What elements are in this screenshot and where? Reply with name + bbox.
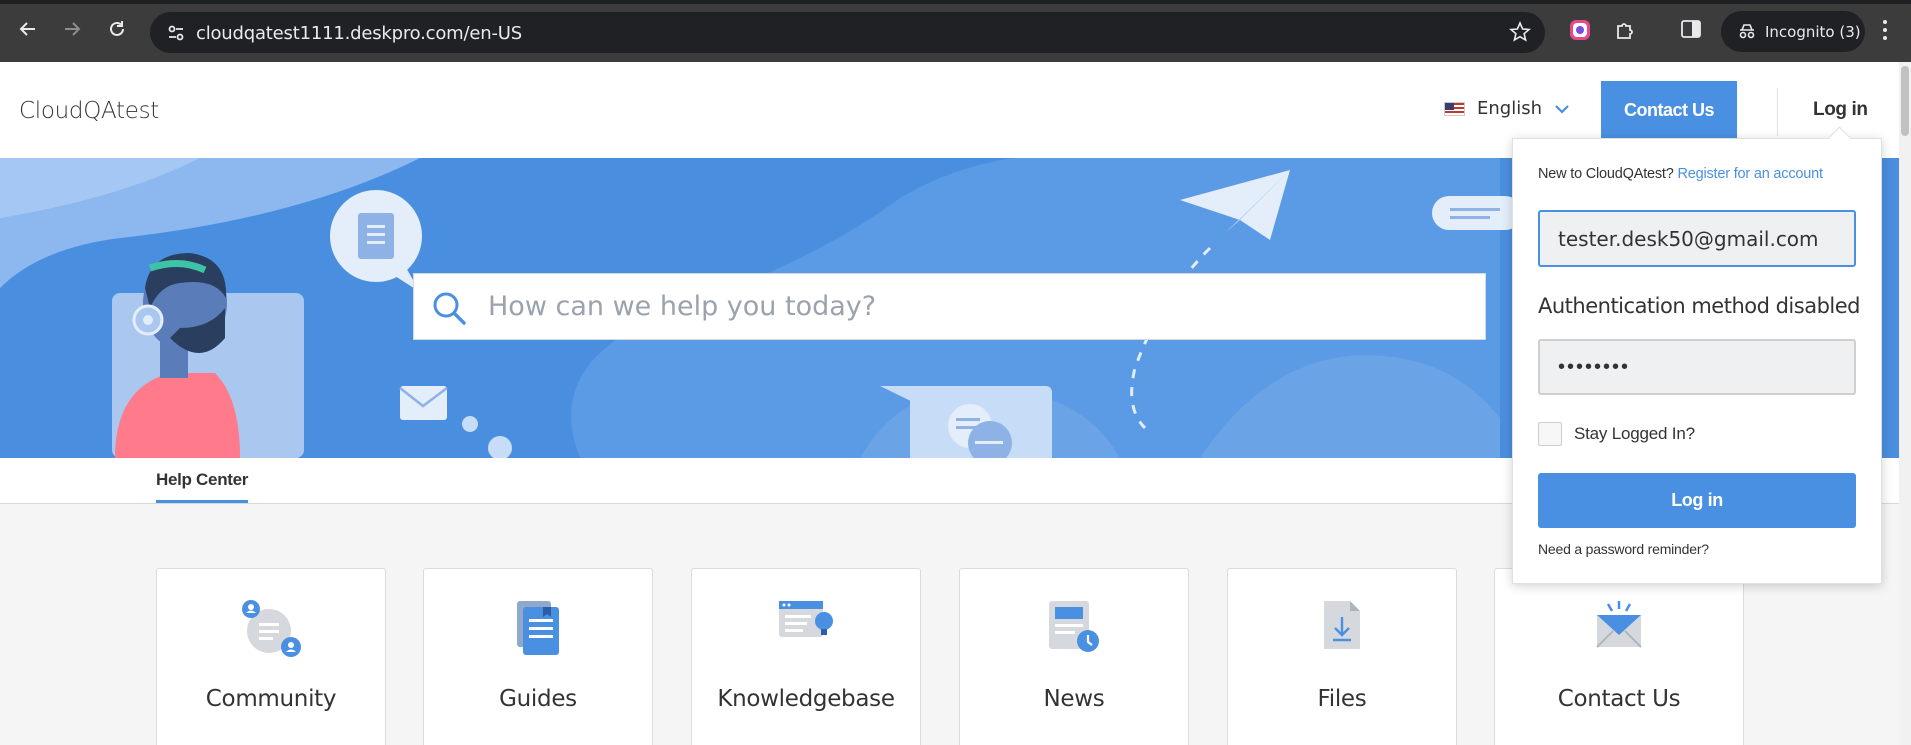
browser-chrome: cloudqatest1111.deskpro.com/en-US Incogn…: [0, 0, 1911, 62]
page-scrollbar[interactable]: [1899, 62, 1911, 745]
side-panel-icon[interactable]: [1680, 18, 1702, 45]
reload-button[interactable]: [102, 14, 132, 44]
incognito-label: Incognito (3): [1765, 23, 1861, 41]
header-divider: [1777, 88, 1778, 136]
incognito-icon: [1737, 21, 1757, 46]
tab-strip: [0, 0, 1911, 4]
scrollbar-thumb[interactable]: [1901, 66, 1909, 136]
us-flag-icon: [1444, 101, 1465, 116]
reload-icon: [110, 21, 124, 36]
search-input[interactable]: [488, 286, 1448, 326]
stay-logged-in-checkbox[interactable]: [1538, 422, 1562, 446]
login-link[interactable]: Log in: [1813, 99, 1868, 121]
card-contact-us[interactable]: Contact Us: [1494, 568, 1744, 745]
chevron-down-icon: [1555, 104, 1569, 114]
card-label: Community: [205, 686, 337, 712]
back-button[interactable]: [13, 14, 43, 44]
browser-menu-icon[interactable]: [1882, 18, 1888, 47]
url-text: cloudqatest1111.deskpro.com/en-US: [196, 23, 522, 44]
search-icon: [430, 289, 468, 332]
card-label: Contact Us: [1557, 686, 1681, 712]
card-community[interactable]: Community: [156, 568, 386, 745]
address-bar[interactable]: cloudqatest1111.deskpro.com/en-US: [150, 12, 1545, 53]
stay-logged-in-label: Stay Logged In?: [1574, 424, 1695, 443]
language-selector[interactable]: English: [1444, 98, 1570, 119]
card-knowledgebase[interactable]: Knowledgebase: [691, 568, 921, 745]
news-icon: [1047, 599, 1101, 660]
site-settings-icon[interactable]: [166, 23, 186, 48]
extensions-puzzle-icon[interactable]: [1614, 18, 1638, 47]
card-label: News: [1043, 686, 1105, 712]
bookmark-star-icon[interactable]: [1509, 20, 1531, 48]
card-news[interactable]: News: [959, 568, 1189, 745]
guides-icon: [513, 599, 563, 662]
back-arrow-icon: [19, 22, 35, 36]
login-popup: New to CloudQAtest? Register for an acco…: [1512, 138, 1882, 584]
forward-arrow-icon: [65, 22, 81, 36]
brand-logo-text[interactable]: CloudQAtest: [19, 98, 159, 124]
password-reminder-link[interactable]: Need a password reminder?: [1538, 541, 1709, 557]
email-field[interactable]: [1538, 210, 1856, 267]
card-label: Guides: [499, 686, 577, 712]
card-label: Files: [1317, 686, 1367, 712]
auth-method-message: Authentication method disabled: [1538, 294, 1861, 318]
contact-us-button[interactable]: Contact Us: [1601, 81, 1737, 139]
knowledgebase-icon: [778, 599, 834, 648]
new-account-prompt: New to CloudQAtest? Register for an acco…: [1538, 166, 1823, 182]
card-label: Knowledgebase: [717, 686, 895, 712]
password-field[interactable]: [1538, 339, 1856, 395]
card-files[interactable]: Files: [1227, 568, 1457, 745]
forward-button[interactable]: [57, 14, 87, 44]
envelope-icon: [1594, 599, 1644, 656]
login-submit-button[interactable]: Log in: [1538, 473, 1856, 528]
new-to-text: New to CloudQAtest?: [1538, 166, 1674, 182]
stay-logged-in-row[interactable]: Stay Logged In?: [1538, 422, 1695, 446]
tab-help-center[interactable]: Help Center: [156, 470, 248, 503]
incognito-badge[interactable]: Incognito (3): [1721, 11, 1865, 52]
files-icon: [1322, 599, 1362, 656]
community-icon: [239, 599, 303, 668]
extension-color-icon[interactable]: [1568, 18, 1592, 47]
search-bar[interactable]: [413, 273, 1486, 340]
card-guides[interactable]: Guides: [423, 568, 653, 745]
register-link[interactable]: Register for an account: [1677, 166, 1823, 182]
language-label: English: [1477, 98, 1542, 119]
